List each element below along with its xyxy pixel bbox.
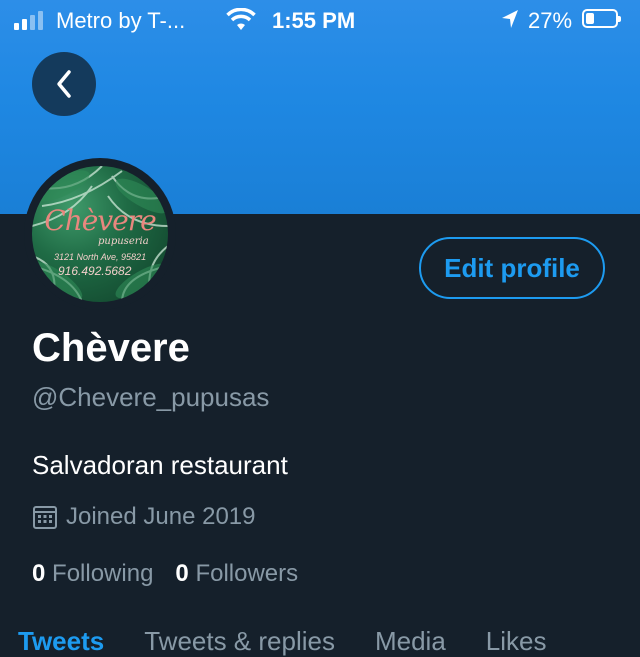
carrier-label: Metro by T-... bbox=[56, 8, 186, 33]
follow-stats: 0 Following 0 Followers bbox=[32, 560, 298, 588]
following-link[interactable]: 0 Following bbox=[32, 560, 153, 588]
followers-link[interactable]: 0 Followers bbox=[175, 560, 298, 588]
logo-sub: pupuseria bbox=[98, 236, 149, 247]
logo-name: Chèvere bbox=[44, 204, 156, 237]
tab-likes[interactable]: Likes bbox=[486, 626, 547, 657]
logo-address: 3121 North Ave, 95821 bbox=[54, 252, 147, 262]
joined-label: Joined June 2019 bbox=[66, 503, 256, 530]
bio: Salvadoran restaurant bbox=[32, 450, 288, 480]
avatar[interactable]: Chèvere pupuseria 3121 North Ave, 95821 … bbox=[24, 158, 176, 310]
tab-media[interactable]: Media bbox=[375, 626, 446, 657]
display-name: Chèvere bbox=[32, 326, 190, 370]
profile-tabs: Tweets Tweets & replies Media Likes bbox=[18, 626, 547, 657]
avatar-image: Chèvere pupuseria 3121 North Ave, 95821 … bbox=[32, 166, 168, 302]
back-button[interactable] bbox=[32, 52, 96, 116]
clock: 1:55 PM bbox=[272, 8, 356, 33]
battery-icon bbox=[582, 9, 621, 28]
joined-date: Joined June 2019 bbox=[32, 503, 256, 531]
handle: @Chevere_pupusas bbox=[32, 382, 270, 412]
location-arrow-icon bbox=[500, 8, 520, 36]
back-arrow-icon bbox=[57, 70, 71, 98]
battery-percent: 27% bbox=[528, 8, 573, 33]
wifi-icon bbox=[226, 7, 256, 38]
signal-icon bbox=[14, 10, 43, 30]
edit-profile-button[interactable]: Edit profile bbox=[419, 237, 605, 299]
tab-tweets[interactable]: Tweets bbox=[18, 626, 104, 657]
tab-tweets-replies[interactable]: Tweets & replies bbox=[144, 626, 335, 657]
calendar-icon bbox=[33, 506, 57, 529]
status-bar: Metro by T-... 1:55 PM 27% bbox=[0, 0, 640, 40]
logo-phone: 916.492.5682 bbox=[58, 264, 132, 278]
